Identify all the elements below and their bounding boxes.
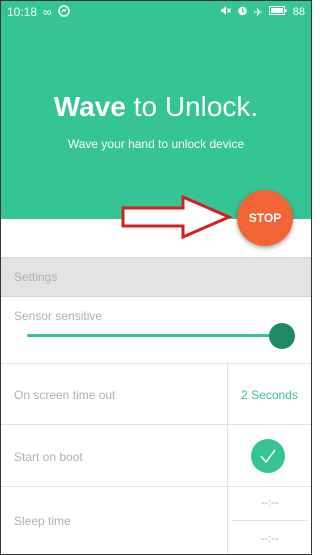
page-subtitle: Wave your hand to unlock device xyxy=(67,137,245,151)
checkmark-icon xyxy=(260,449,276,464)
messenger-icon xyxy=(57,4,70,20)
sensor-sensitive-label: Sensor sensitive xyxy=(14,309,103,323)
mute-icon xyxy=(220,5,231,19)
airplane-icon: ✈ xyxy=(253,6,263,19)
sleep-time-separator xyxy=(232,520,308,521)
sensor-slider-thumb[interactable] xyxy=(269,323,295,349)
sleep-end-value[interactable]: --:-- xyxy=(228,533,311,545)
settings-header: Settings xyxy=(1,257,311,297)
stop-button[interactable]: STOP xyxy=(237,190,293,246)
row-divider xyxy=(227,425,228,486)
red-arrow-annotation xyxy=(121,195,233,239)
sleep-time-row: Sleep time --:-- --:-- xyxy=(1,486,311,554)
sleep-time-label: Sleep time xyxy=(14,514,71,528)
status-bar: 10:18 ∞ ✈ 88 xyxy=(1,1,311,23)
screen-timeout-label: On screen time out xyxy=(14,388,116,402)
battery-level: 88 xyxy=(292,6,305,18)
sleep-start-value[interactable]: --:-- xyxy=(228,497,311,509)
start-on-boot-checkbox[interactable] xyxy=(251,439,285,473)
infinity-icon: ∞ xyxy=(43,5,52,19)
page-title: Wave to Unlock. xyxy=(1,91,311,123)
start-on-boot-row: Start on boot xyxy=(1,424,311,486)
screen-timeout-row: On screen time out 2 Seconds xyxy=(1,363,311,424)
screen-timeout-value[interactable]: 2 Seconds xyxy=(228,388,311,402)
start-on-boot-label: Start on boot xyxy=(14,450,83,464)
alarm-icon xyxy=(237,5,248,19)
hero-banner: 10:18 ∞ ✈ 88 Wave to Unlock. Wave your h… xyxy=(1,1,311,219)
battery-icon xyxy=(268,6,287,18)
status-time: 10:18 xyxy=(7,5,38,19)
title-rest: to Unlock. xyxy=(125,91,259,122)
sensor-slider-track[interactable] xyxy=(27,334,281,337)
title-bold: Wave xyxy=(53,91,126,122)
